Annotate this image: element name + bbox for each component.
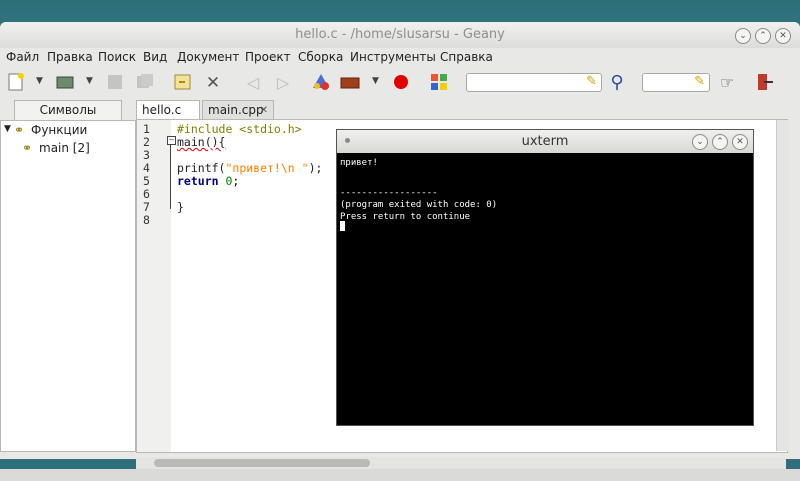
terminal-window[interactable]: uxterm ⌄ ⌃ ✕ привет! ------------------ … bbox=[336, 129, 754, 426]
minimize-button[interactable]: ⌄ bbox=[735, 28, 751, 44]
editor-tabs: hello.c main.cpp ✕ bbox=[135, 100, 800, 120]
jump-icon[interactable]: ☞ bbox=[716, 72, 738, 94]
back-icon[interactable]: ◁ bbox=[242, 72, 264, 94]
search-input[interactable]: ✎ bbox=[466, 73, 602, 92]
compile-icon[interactable] bbox=[310, 72, 332, 94]
menu-help[interactable]: Справка bbox=[440, 50, 493, 64]
terminal-line: ------------------ bbox=[340, 188, 438, 198]
menu-project[interactable]: Проект bbox=[245, 50, 291, 64]
menu-document[interactable]: Документ bbox=[177, 50, 239, 64]
title-bar[interactable]: hello.c - /home/slusarsu - Geany ⌄ ⌃ ✕ bbox=[0, 22, 800, 48]
tab-label: hello.c bbox=[142, 103, 182, 117]
chevron-down-icon[interactable]: ▼ bbox=[36, 76, 43, 86]
menu-bar: Файл Правка Поиск Вид Документ Проект Сб… bbox=[0, 48, 800, 68]
fold-marker-icon[interactable]: − bbox=[167, 136, 176, 145]
save-all-icon[interactable] bbox=[134, 72, 156, 94]
terminal-line: Press return to continue bbox=[340, 212, 471, 222]
toolbar: ▼ ▼ ✕ ◁ ▷ ▼ ✎ ⚲ ✎ ☞ bbox=[0, 68, 800, 98]
line-number: 5 bbox=[143, 174, 150, 188]
revert-icon[interactable] bbox=[172, 72, 194, 94]
build-icon[interactable] bbox=[339, 72, 361, 94]
vertical-scrollbar[interactable] bbox=[776, 120, 789, 451]
code-line: } bbox=[177, 200, 184, 214]
symbols-panel: ▼ ⚭ Функции ⚭ main [2] bbox=[0, 120, 136, 452]
close-tab-icon[interactable]: ✕ bbox=[260, 101, 268, 120]
clear-icon[interactable]: ✎ bbox=[586, 74, 597, 89]
clear-icon[interactable]: ✎ bbox=[694, 74, 705, 89]
tab-label: main.cpp bbox=[208, 103, 264, 117]
chevron-down-icon[interactable]: ▼ bbox=[86, 76, 93, 86]
line-number: 8 bbox=[143, 213, 150, 227]
line-number-gutter: 1 2 3 4 5 6 7 8 bbox=[137, 120, 171, 452]
scroll-thumb[interactable] bbox=[154, 459, 370, 467]
save-icon[interactable] bbox=[104, 72, 126, 94]
menu-tools[interactable]: Инструменты bbox=[350, 50, 436, 64]
new-file-icon[interactable] bbox=[5, 72, 27, 94]
chevron-down-icon[interactable]: ▼ bbox=[372, 76, 379, 86]
terminal-line: привет! bbox=[340, 158, 378, 168]
menu-view[interactable]: Вид bbox=[143, 50, 167, 64]
line-number: 1 bbox=[143, 122, 150, 136]
close-window-button[interactable]: ✕ bbox=[732, 134, 748, 150]
terminal-title: uxterm bbox=[521, 134, 569, 149]
menu-search[interactable]: Поиск bbox=[98, 50, 136, 64]
sidebar-tabs: Символы bbox=[0, 100, 135, 120]
terminal-line: (program exited with code: 0) bbox=[340, 200, 498, 210]
minimize-button[interactable]: ⌄ bbox=[692, 134, 708, 150]
color-picker-icon[interactable] bbox=[428, 72, 450, 94]
menu-build[interactable]: Сборка bbox=[298, 50, 343, 64]
search-icon[interactable]: ⚲ bbox=[606, 72, 628, 94]
code-line: main(){ bbox=[177, 135, 226, 149]
window-title: hello.c - /home/slusarsu - Geany bbox=[295, 27, 505, 42]
tab-hello-c[interactable]: hello.c bbox=[136, 100, 200, 119]
maximize-button[interactable]: ⌃ bbox=[755, 28, 771, 44]
line-number: 6 bbox=[143, 187, 150, 201]
open-file-icon[interactable] bbox=[54, 72, 76, 94]
tab-main-cpp[interactable]: main.cpp ✕ bbox=[202, 100, 274, 119]
code-line: #include <stdio.h> bbox=[177, 122, 302, 136]
terminal-cursor bbox=[340, 221, 345, 231]
tree-expander-icon[interactable]: ▼ bbox=[4, 124, 11, 134]
code-line: return 0; bbox=[177, 174, 240, 188]
fold-line bbox=[170, 145, 171, 209]
status-bar bbox=[0, 469, 800, 481]
tree-item-functions[interactable]: Функции bbox=[31, 123, 87, 137]
close-icon[interactable]: ✕ bbox=[202, 72, 224, 94]
menu-edit[interactable]: Правка bbox=[47, 50, 93, 64]
tree-item-main[interactable]: main [2] bbox=[39, 141, 90, 155]
quit-icon[interactable] bbox=[754, 72, 776, 94]
terminal-title-bar[interactable]: uxterm ⌄ ⌃ ✕ bbox=[337, 130, 753, 153]
goto-line-input[interactable]: ✎ bbox=[642, 73, 710, 92]
code-line: printf("привет!\n "); bbox=[177, 161, 323, 175]
function-icon: ⚭ bbox=[14, 123, 25, 137]
line-number: 3 bbox=[143, 148, 150, 162]
tab-symbols[interactable]: Символы bbox=[14, 100, 122, 120]
close-window-button[interactable]: ✕ bbox=[775, 28, 791, 44]
line-number: 2 bbox=[143, 135, 150, 149]
line-number: 7 bbox=[143, 200, 150, 214]
forward-icon[interactable]: ▷ bbox=[272, 72, 294, 94]
menu-file[interactable]: Файл bbox=[6, 50, 39, 64]
stop-icon[interactable] bbox=[390, 72, 412, 94]
function-icon: ⚭ bbox=[22, 141, 33, 155]
line-number: 4 bbox=[143, 161, 150, 175]
maximize-button[interactable]: ⌃ bbox=[712, 134, 728, 150]
